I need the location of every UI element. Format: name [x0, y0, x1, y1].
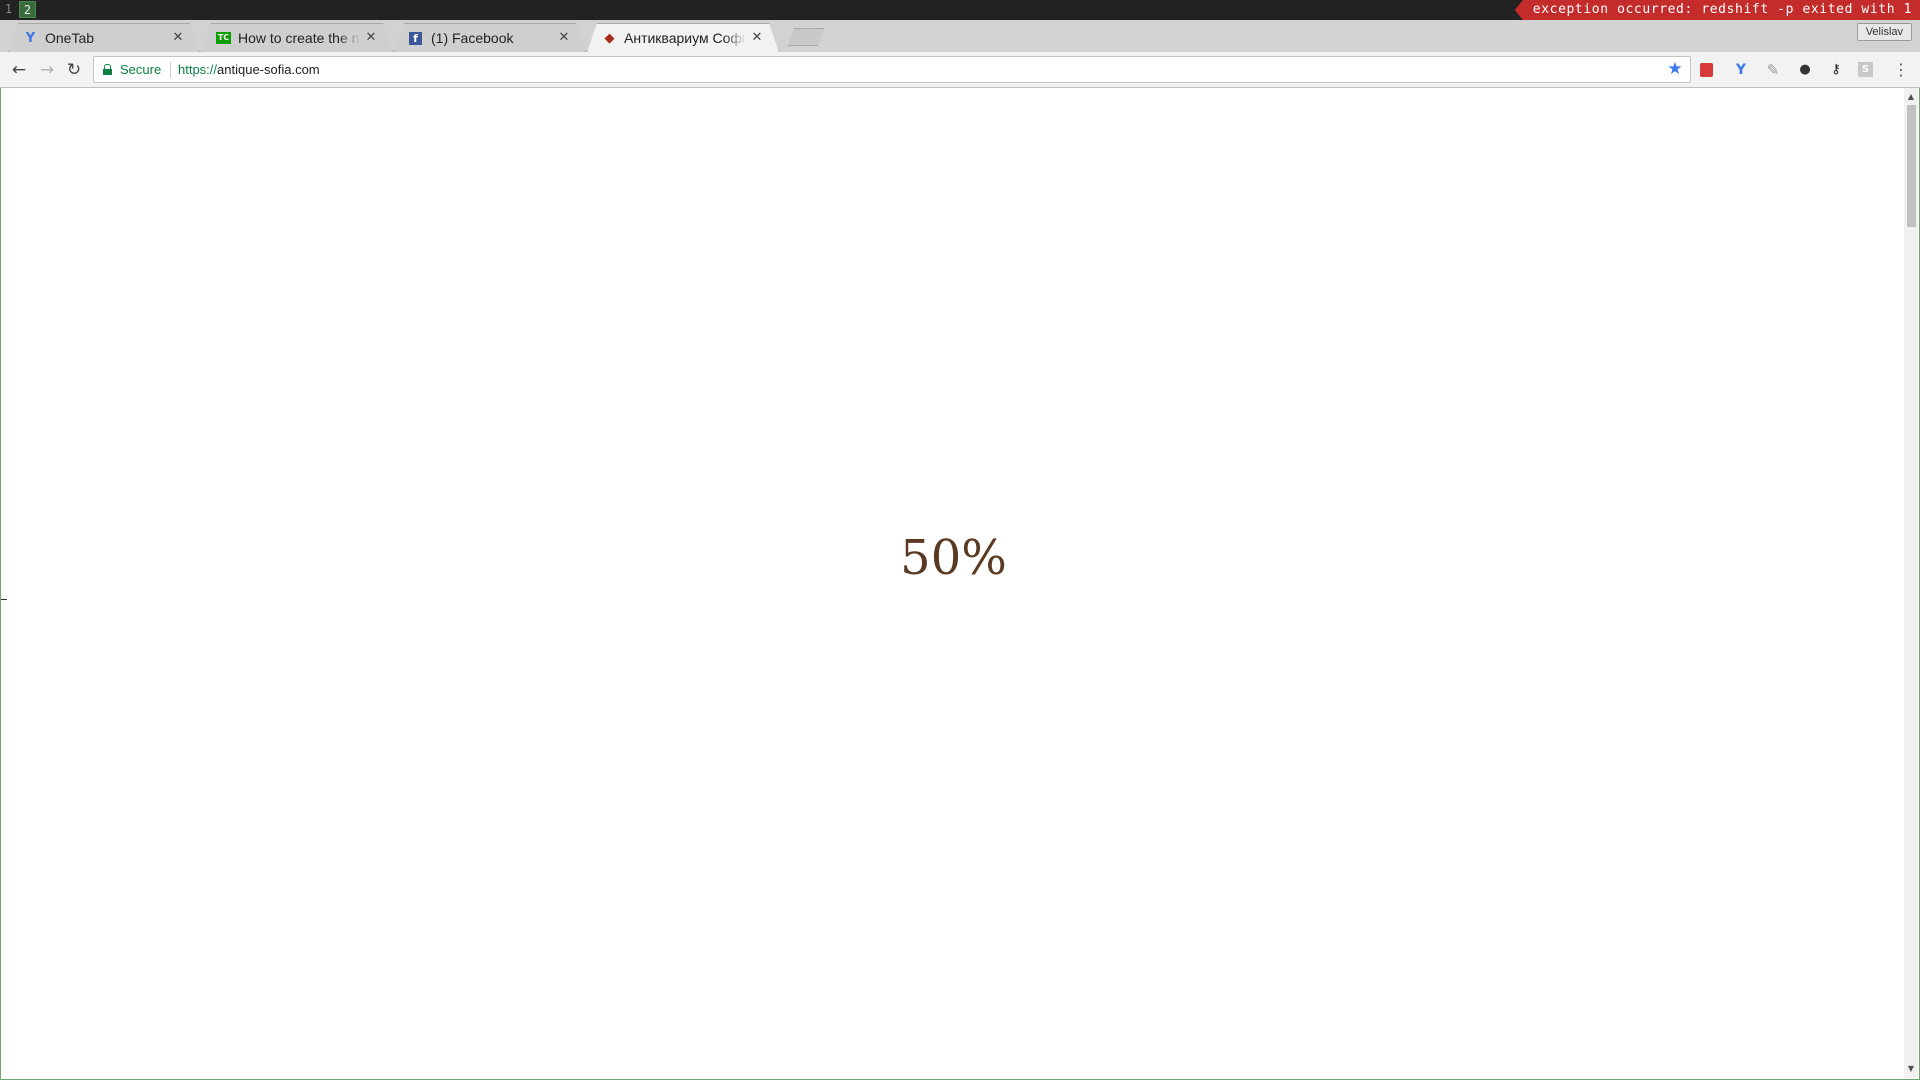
tab-title: How to create the n	[238, 30, 360, 47]
tab-onetab[interactable]: Y OneTab ✕	[8, 23, 200, 52]
scrollbar-thumb[interactable]	[1907, 105, 1916, 227]
s-extension-icon[interactable]: S	[1858, 62, 1873, 77]
onetab-extension-icon[interactable]: Y	[1732, 61, 1750, 79]
url-host: antique-sofia.com	[217, 62, 320, 77]
tab-techcrunch[interactable]: TC How to create the n ✕	[201, 23, 393, 52]
browser-window: Y OneTab ✕ TC How to create the n ✕ f (1…	[0, 20, 1920, 1080]
url-text[interactable]: https://antique-sofia.com	[178, 62, 320, 78]
i3-status-bar: 1 2 exception occurred: redshift -p exit…	[0, 0, 1920, 20]
browser-toolbar: ← → ↻ Secure https://antique-sofia.com ★…	[0, 52, 1920, 88]
pencil-icon[interactable]: ✎	[1764, 61, 1782, 79]
secure-label[interactable]: Secure	[120, 62, 161, 78]
omnibox-divider	[170, 62, 171, 78]
tab-close-icon[interactable]: ✕	[750, 30, 764, 46]
url-scheme: https://	[178, 62, 218, 77]
address-bar[interactable]: Secure https://antique-sofia.com ★	[93, 56, 1691, 83]
browser-menu-icon[interactable]: ⋮	[1893, 60, 1909, 80]
tab-close-icon[interactable]: ✕	[557, 30, 571, 46]
workspace-1-button[interactable]: 1	[0, 1, 17, 18]
tab-title: Антиквариум Софи	[624, 30, 746, 47]
tab-close-icon[interactable]: ✕	[171, 30, 185, 46]
bookmark-star-icon[interactable]: ★	[1666, 60, 1684, 78]
tab-facebook[interactable]: f (1) Facebook ✕	[394, 23, 586, 52]
workspace-2-button[interactable]: 2	[19, 1, 36, 18]
reload-icon[interactable]: ↻	[64, 60, 84, 80]
vertical-scrollbar[interactable]: ▲ ▼	[1904, 88, 1918, 1078]
tab-title: OneTab	[45, 30, 167, 47]
lock-icon	[103, 64, 112, 75]
edge-tick-mark	[1, 599, 7, 600]
onetab-icon: Y	[25, 31, 36, 46]
page-viewport: 50% ▲ ▼	[0, 88, 1920, 1080]
back-arrow-icon[interactable]: ←	[9, 60, 29, 80]
scroll-down-arrow-icon[interactable]: ▼	[1904, 1062, 1918, 1076]
tab-close-icon[interactable]: ✕	[364, 30, 378, 46]
facebook-icon: f	[409, 32, 422, 45]
antique-diamond-icon: ◆	[604, 31, 615, 46]
key-icon[interactable]: ⚷	[1827, 61, 1845, 79]
loading-percentage: 50%	[900, 530, 1007, 586]
tab-title: (1) Facebook	[431, 30, 553, 47]
techcrunch-icon: TC	[216, 32, 231, 44]
forward-arrow-icon[interactable]: →	[37, 60, 57, 80]
scroll-up-arrow-icon[interactable]: ▲	[1904, 90, 1918, 104]
tab-antique-sofia[interactable]: ◆ Антиквариум Софи ✕	[587, 23, 779, 52]
profile-button[interactable]: Velislav	[1856, 23, 1912, 41]
tab-strip: Y OneTab ✕ TC How to create the n ✕ f (1…	[0, 20, 1920, 52]
incognito-icon[interactable]: ●	[1796, 61, 1814, 79]
status-error-message: exception occurred: redshift -p exited w…	[1514, 0, 1920, 20]
pocket-icon[interactable]	[1700, 63, 1713, 77]
new-tab-button[interactable]	[788, 28, 824, 46]
